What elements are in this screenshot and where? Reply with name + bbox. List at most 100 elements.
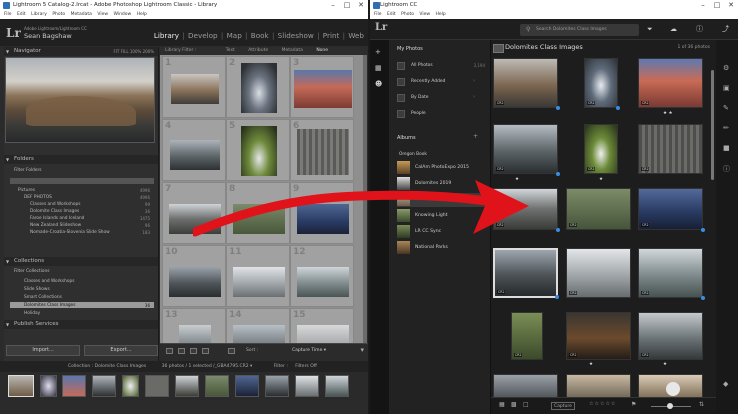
rating-stars[interactable]: ★ [663, 362, 667, 367]
navigator-header[interactable]: Navigator FIT FILL 100% 200% [4, 47, 158, 56]
filmstrip-thumb[interactable] [325, 375, 349, 397]
folder-item[interactable]: New Zealand Slideshow [30, 223, 81, 228]
filter-tab-attribute[interactable]: Attribute [248, 48, 268, 53]
grid-cell[interactable]: 1 [162, 56, 226, 118]
folder-item[interactable]: Nomade-Croatia-Slovenia Slide Show [30, 230, 110, 235]
sidebar-item-all-photos[interactable]: All Photos 3,194 [397, 60, 485, 72]
grid-cell[interactable]: 12 [290, 245, 354, 307]
rating-stars[interactable]: ★ [515, 177, 519, 182]
grid-cell[interactable]: 11 [226, 245, 290, 307]
photo-thumb[interactable]: CR2 [638, 312, 703, 360]
sort-dropdown[interactable]: Capture [551, 402, 575, 410]
toolbar-menu-icon[interactable]: ▾ [360, 346, 364, 354]
grid-cell[interactable]: 6 [290, 119, 354, 181]
module-book[interactable]: Book [251, 31, 269, 40]
collection-item[interactable]: Smart Collections [24, 295, 62, 300]
menu-edit[interactable]: Edit [17, 12, 26, 17]
add-album-icon[interactable]: + [473, 133, 478, 140]
photo-thumb[interactable]: CR2 [638, 124, 703, 174]
rating-stars[interactable]: ★ [599, 177, 603, 182]
photo-thumb[interactable]: CR2 [584, 124, 618, 174]
menu-view[interactable]: View [419, 12, 430, 17]
photo-thumb[interactable]: CR2 [584, 58, 620, 110]
library-panel-icon[interactable]: ▦ [375, 64, 382, 72]
menu-library[interactable]: Library [31, 12, 47, 17]
menu-metadata[interactable]: Metadata [71, 12, 92, 17]
info-icon[interactable]: ⓘ [723, 164, 730, 174]
folder-item[interactable]: Classes and Workshops [30, 202, 80, 207]
grid-cell[interactable]: 14 [226, 308, 290, 343]
collection-item[interactable]: Slide Shows [24, 287, 50, 292]
menu-view[interactable]: View [97, 12, 108, 17]
square-grid-icon[interactable]: ▩ [511, 401, 517, 408]
module-develop[interactable]: Develop [188, 31, 218, 40]
menu-file[interactable]: File [374, 12, 382, 17]
album-item[interactable]: Dolomites 2019 [397, 177, 487, 191]
collection-item[interactable]: Holiday [24, 311, 40, 316]
close-icon[interactable]: ✕ [724, 0, 738, 11]
album-item[interactable]: National Parks [397, 241, 487, 255]
menu-edit[interactable]: Edit [387, 12, 396, 17]
minimize-icon[interactable]: – [326, 0, 340, 11]
maximize-icon[interactable]: □ [710, 0, 724, 11]
grid-view-icon[interactable] [166, 348, 173, 354]
photo-thumb[interactable]: CR2 [638, 188, 705, 232]
module-slideshow[interactable]: Slideshow [278, 31, 314, 40]
photo-thumb[interactable]: CR2 [493, 58, 560, 110]
keyword-icon[interactable]: ◆ [723, 380, 728, 388]
module-map[interactable]: Map [227, 31, 242, 40]
navigator-zoom[interactable]: FIT FILL 100% 200% [113, 47, 154, 56]
album-item-selected[interactable]: Dolomites Class Images 36 [397, 193, 487, 207]
filmstrip-thumb[interactable] [235, 375, 259, 397]
compare-view-icon[interactable] [190, 348, 197, 354]
photo-thumb[interactable] [493, 374, 558, 397]
grid-cell[interactable]: 9 [290, 182, 354, 244]
grid-cell[interactable]: 10 [162, 245, 226, 307]
publish-services-header[interactable]: Publish Services [4, 320, 158, 329]
grid-cell[interactable]: 5 [226, 119, 290, 181]
filter-folders[interactable]: Filter Folders [14, 168, 42, 173]
filmstrip-source[interactable]: Collection : Dolomite Class Images [68, 364, 146, 369]
flag-icon[interactable]: ⚑ [631, 401, 636, 408]
cloud-sync-icon[interactable]: ☁ [670, 26, 677, 33]
photo-thumb[interactable]: CR2 [511, 312, 543, 360]
grid-cell[interactable]: 8 [226, 182, 290, 244]
filmstrip-thumb[interactable] [145, 375, 169, 397]
grid-cell[interactable]: 4 [162, 119, 226, 181]
folder-item[interactable]: Dolomite Class Images [30, 209, 79, 214]
filmstrip-thumb[interactable] [92, 375, 116, 397]
sidebar-item-by-date[interactable]: By Date › [397, 92, 485, 104]
photo-grid-icon[interactable]: ▦ [499, 401, 505, 408]
rating-filter-stars[interactable]: ☆☆☆☆☆ [589, 401, 616, 407]
menu-help[interactable]: Help [137, 12, 147, 17]
brush-icon[interactable]: ✏ [723, 124, 729, 132]
filter-collections[interactable]: Filter Collections [14, 269, 50, 274]
folders-header[interactable]: Folders [4, 155, 158, 164]
filters-off[interactable]: Filters Off [295, 364, 317, 369]
album-group-oregon-book[interactable]: Oregon Book [399, 152, 427, 157]
gradient-icon[interactable]: ■ [723, 144, 730, 152]
filter-tab-none[interactable]: None [316, 48, 328, 53]
module-library[interactable]: Library [154, 31, 179, 40]
filter-icon[interactable]: ⏷ [647, 26, 653, 33]
sort-capture-time[interactable]: Capture Time ▾ [292, 348, 326, 353]
filmstrip-thumb[interactable] [62, 375, 86, 397]
menu-file[interactable]: File [4, 12, 12, 17]
album-item[interactable]: LR CC Sync [397, 225, 487, 239]
help-icon[interactable]: ⓘ [696, 26, 703, 33]
filter-tab-metadata[interactable]: Metadata [282, 48, 303, 53]
import-button[interactable]: Import... [6, 345, 80, 356]
healing-icon[interactable]: ✎ [723, 104, 729, 112]
minimize-icon[interactable]: – [696, 0, 710, 11]
sidebar-item-recently-added[interactable]: Recently Added › [397, 76, 485, 88]
menu-photo[interactable]: Photo [52, 12, 65, 17]
filmstrip-thumb[interactable] [265, 375, 289, 397]
menu-window[interactable]: Window [113, 12, 131, 17]
sort-order-icon[interactable]: ⇅ [699, 401, 704, 408]
photo-thumb[interactable]: CR2 [566, 248, 631, 298]
collection-item[interactable]: Dolomites Class Images [24, 303, 75, 308]
photo-thumb[interactable]: CR2 [638, 248, 705, 300]
grid-cell[interactable]: 3 [290, 56, 354, 118]
people-icon[interactable]: ☻ [375, 80, 382, 88]
filmstrip-thumb[interactable] [205, 375, 229, 397]
